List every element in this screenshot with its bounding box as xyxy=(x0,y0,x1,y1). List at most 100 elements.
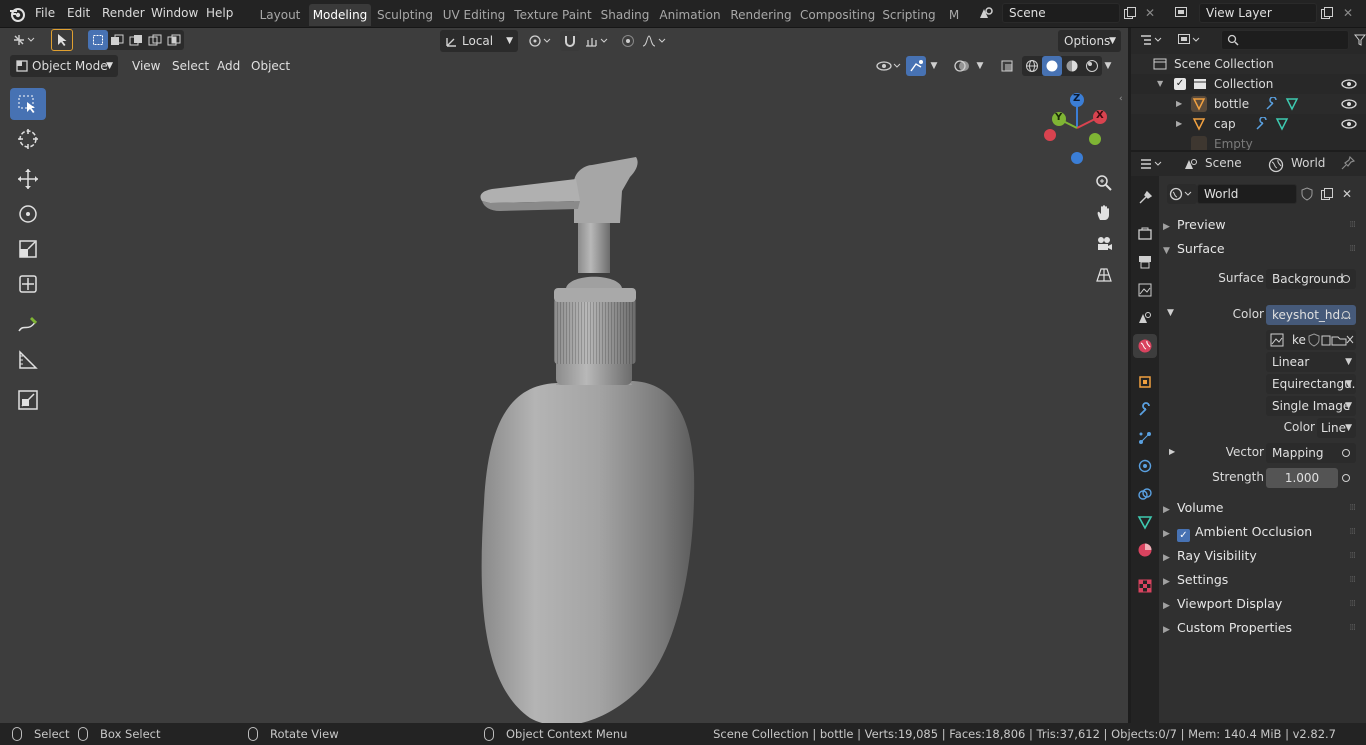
select-subtract-icon[interactable] xyxy=(126,30,146,50)
scene-name-field[interactable]: Scene xyxy=(1002,3,1120,23)
panel-volume[interactable]: ▶ Volume ⁞⁞⁞ xyxy=(1163,497,1363,519)
vector-input-field[interactable]: Mapping xyxy=(1266,443,1356,463)
snap-toggle-icon[interactable] xyxy=(560,31,580,51)
tab-physics-icon[interactable] xyxy=(1133,454,1157,478)
visibility-filter-icon[interactable] xyxy=(874,56,904,76)
tool-select-box[interactable] xyxy=(10,88,46,120)
tab-modifiers-icon[interactable] xyxy=(1133,398,1157,422)
tab-world-icon[interactable] xyxy=(1133,334,1157,358)
pan-hand-icon[interactable] xyxy=(1091,200,1117,226)
tab-output-icon[interactable] xyxy=(1133,250,1157,274)
fake-user-shield-icon[interactable] xyxy=(1297,184,1317,204)
drag-handle-icon[interactable]: ⁞⁞⁞ xyxy=(1349,617,1356,639)
mesh-data-icon[interactable] xyxy=(1275,117,1289,131)
menu-select[interactable]: Select xyxy=(166,55,215,77)
tab-material-icon[interactable] xyxy=(1133,538,1157,562)
world-browse-icon[interactable] xyxy=(1167,184,1197,204)
properties-editor-type-icon[interactable] xyxy=(1137,154,1167,174)
tab-texture-icon[interactable] xyxy=(1133,574,1157,598)
tab-constraints-icon[interactable] xyxy=(1133,482,1157,506)
tab-texture-paint[interactable]: Texture Paint xyxy=(514,4,592,26)
breadcrumb-world[interactable]: World xyxy=(1291,156,1325,170)
menu-object[interactable]: Object xyxy=(245,55,296,77)
panel-surface[interactable]: ▼ Surface ⁞⁞⁞ xyxy=(1163,238,1363,260)
tab-tool-icon[interactable] xyxy=(1133,186,1157,210)
proportional-edit-icon[interactable] xyxy=(618,31,638,51)
projection-dropdown[interactable]: Equirectangu... ▼ xyxy=(1266,374,1356,394)
strength-slider[interactable]: 1.000 xyxy=(1266,468,1338,488)
mode-dropdown[interactable]: Object Mode ▼ xyxy=(10,55,118,77)
drag-handle-icon[interactable]: ⁞⁞⁞ xyxy=(1349,238,1356,260)
world-name-field[interactable]: World xyxy=(1197,184,1297,204)
material-shading-icon[interactable] xyxy=(1062,56,1082,76)
vector-expand-arrow-icon[interactable]: ▶ xyxy=(1169,447,1175,456)
unlink-world-icon[interactable]: ✕ xyxy=(1337,184,1357,204)
tab-compositing[interactable]: Compositing xyxy=(800,4,875,26)
select-tool-icon[interactable] xyxy=(51,29,73,51)
new-scene-icon[interactable] xyxy=(1120,3,1140,23)
camera-view-icon[interactable] xyxy=(1091,231,1117,257)
gizmo-dropdown-icon[interactable]: ▼ xyxy=(927,56,941,76)
pivot-point-icon[interactable] xyxy=(524,31,554,51)
transform-orientation-dropdown[interactable]: Local ▼ xyxy=(440,30,518,52)
new-world-icon[interactable] xyxy=(1317,184,1337,204)
shading-dropdown-icon[interactable]: ▼ xyxy=(1101,56,1115,76)
tool-measure[interactable] xyxy=(10,344,46,376)
eye-icon[interactable] xyxy=(1341,79,1357,89)
tab-more[interactable]: M xyxy=(946,4,962,26)
outliner-search-input[interactable] xyxy=(1221,30,1349,50)
select-intersect-icon[interactable] xyxy=(164,30,184,50)
proportional-falloff-icon[interactable] xyxy=(640,31,670,51)
menu-window[interactable]: Window xyxy=(151,6,198,20)
editor-type-icon[interactable] xyxy=(6,30,40,50)
tool-transform[interactable] xyxy=(10,268,46,300)
tool-rotate[interactable] xyxy=(10,198,46,230)
menu-help[interactable]: Help xyxy=(206,6,233,20)
source-dropdown[interactable]: Single Image ▼ xyxy=(1266,396,1356,416)
modifier-wrench-icon[interactable] xyxy=(1255,117,1269,131)
drag-handle-icon[interactable]: ⁞⁞⁞ xyxy=(1349,593,1356,615)
expand-arrow-icon[interactable]: ▶ xyxy=(1176,114,1182,134)
checkbox-icon[interactable]: ✓ xyxy=(1174,78,1186,90)
tab-render-icon[interactable] xyxy=(1133,222,1157,246)
tab-uv-editing[interactable]: UV Editing xyxy=(442,4,506,26)
tab-view-layer-icon[interactable] xyxy=(1133,278,1157,302)
scene-selector-icon[interactable] xyxy=(972,3,1000,23)
tool-move[interactable] xyxy=(10,163,46,195)
blender-logo-icon[interactable] xyxy=(8,5,26,23)
solid-shading-icon[interactable] xyxy=(1042,56,1062,76)
tab-particles-icon[interactable] xyxy=(1133,426,1157,450)
select-invert-icon[interactable] xyxy=(145,30,165,50)
overlays-dropdown-icon[interactable]: ▼ xyxy=(973,56,987,76)
drag-handle-icon[interactable]: ⁞⁞⁞ xyxy=(1349,569,1356,591)
perspective-toggle-icon[interactable] xyxy=(1091,262,1117,288)
bottle-model[interactable] xyxy=(470,123,710,723)
pin-icon[interactable] xyxy=(1341,156,1355,170)
expand-arrow-icon[interactable]: ▶ xyxy=(1176,94,1182,114)
3d-viewport[interactable]: Local ▼ Options ▼ Object Mode ▼ View Sel… xyxy=(0,28,1128,723)
tool-annotate[interactable] xyxy=(10,309,46,341)
tab-scripting[interactable]: Scripting xyxy=(881,4,937,26)
colorspace-dropdown[interactable]: Line ▼ xyxy=(1317,418,1356,438)
delete-view-layer-icon[interactable]: ✕ xyxy=(1338,3,1358,23)
sidebar-toggle-icon[interactable]: ‹ xyxy=(1119,94,1123,104)
drag-handle-icon[interactable]: ⁞⁞⁞ xyxy=(1349,521,1356,543)
menu-add[interactable]: Add xyxy=(211,55,246,77)
panel-settings[interactable]: ▶ Settings ⁞⁞⁞ xyxy=(1163,569,1363,591)
tab-sculpting[interactable]: Sculpting xyxy=(376,4,434,26)
menu-render[interactable]: Render xyxy=(102,6,145,20)
tool-cursor[interactable] xyxy=(10,123,46,155)
tool-scale[interactable] xyxy=(10,233,46,265)
view-layer-field[interactable]: View Layer xyxy=(1199,3,1317,23)
tab-modeling[interactable]: Modeling xyxy=(309,4,371,26)
outliner-editor-type-icon[interactable] xyxy=(1137,30,1167,50)
breadcrumb-scene[interactable]: Scene xyxy=(1205,156,1242,170)
navigation-gizmo[interactable]: Z X Y xyxy=(1035,90,1115,170)
panel-ray-visibility[interactable]: ▶ Ray Visibility ⁞⁞⁞ xyxy=(1163,545,1363,567)
zoom-icon[interactable] xyxy=(1091,170,1117,196)
panel-custom-properties[interactable]: ▶ Custom Properties ⁞⁞⁞ xyxy=(1163,617,1363,639)
outliner-row-scene-collection[interactable]: Scene Collection xyxy=(1131,54,1366,74)
image-datablock-field[interactable]: ke xyxy=(1266,330,1356,350)
tab-animation[interactable]: Animation xyxy=(658,4,722,26)
tab-object-icon[interactable] xyxy=(1133,370,1157,394)
